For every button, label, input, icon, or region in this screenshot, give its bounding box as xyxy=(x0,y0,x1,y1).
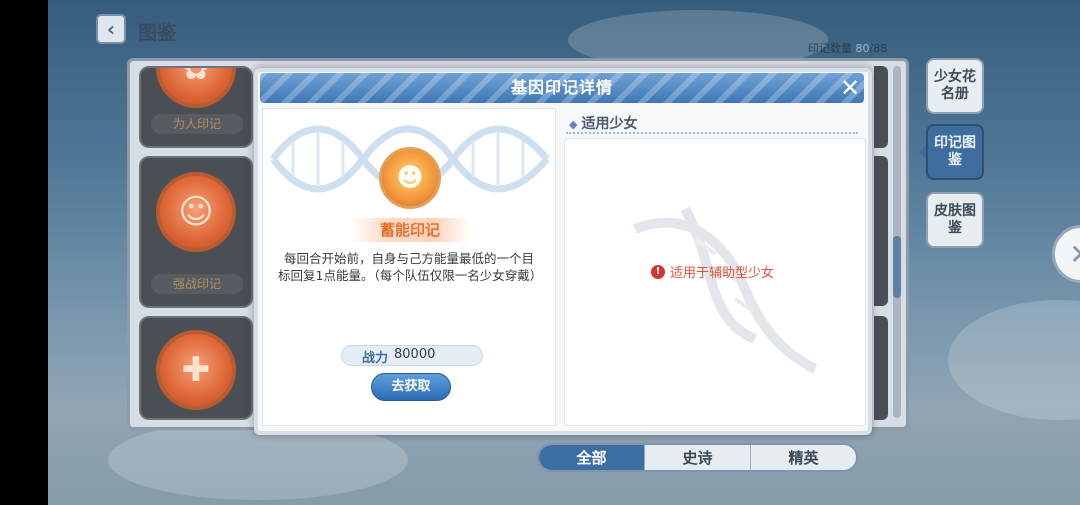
modal-close-button[interactable]: ✕ xyxy=(838,76,862,100)
mark-card[interactable]: ✿ 为人印记 xyxy=(139,66,253,148)
mark-card-label: 为人印记 xyxy=(151,114,243,134)
mark-card-edge xyxy=(874,156,888,306)
applicable-girls-pane xyxy=(564,138,866,426)
active-tab-pointer xyxy=(918,145,926,159)
mark-card-label: 强战印记 xyxy=(151,274,243,294)
mark-count-total: /88 xyxy=(869,42,888,55)
filter-tab-all[interactable]: 全部 xyxy=(539,445,644,470)
mark-card-edge xyxy=(874,316,888,420)
scrollbar-thumb[interactable] xyxy=(893,236,901,298)
get-button[interactable]: 去获取 xyxy=(371,373,451,401)
diamond-bullet-icon: ◆ xyxy=(569,118,578,131)
mark-medal: ✿ xyxy=(156,66,236,108)
close-icon: ✕ xyxy=(839,74,861,102)
energy-mark-icon: ☻ xyxy=(396,163,424,193)
filter-tab-elite[interactable]: 精英 xyxy=(750,445,856,470)
tab-mark-collection[interactable]: 印记图鉴 xyxy=(926,124,984,180)
mark-emblem-icon: ✚ xyxy=(181,350,211,390)
back-arrow-icon: ‹ xyxy=(106,17,116,41)
mark-medal: ✚ xyxy=(156,330,236,410)
rarity-filter: 全部 史诗 精英 xyxy=(537,443,858,472)
left-black-bar xyxy=(0,0,48,505)
dna-watermark-icon xyxy=(633,206,818,374)
mark-count: 印记数量 80/88 xyxy=(808,40,887,56)
mark-medal: ☺ xyxy=(156,172,236,252)
mark-emblem-icon: ✿ xyxy=(181,66,211,88)
tab-girl-roster-label: 少女花名册 xyxy=(934,69,976,102)
applicable-girls-heading: ◆ 适用少女 xyxy=(569,113,637,133)
filter-tab-epic[interactable]: 史诗 xyxy=(644,445,750,470)
modal-title: 基因印记详情 xyxy=(510,78,613,97)
applicable-warning: ! 适用于辅助型少女 xyxy=(651,262,774,281)
tab-girl-roster[interactable]: 少女花名册 xyxy=(926,58,984,114)
power-label: 战力 xyxy=(362,351,389,366)
power-value: 80000 xyxy=(394,347,436,362)
mark-card-edge xyxy=(874,66,888,148)
mark-count-current: 80 xyxy=(855,42,870,55)
mark-description: 每回合开始前，自身与己方能量最低的一个目标回复1点能量。（每个队伍仅限一名少女穿… xyxy=(278,251,543,283)
applicable-girls-heading-text: 适用少女 xyxy=(581,116,638,132)
mark-emblem-icon: ☺ xyxy=(178,192,214,232)
mark-card[interactable]: ☺ 强战印记 xyxy=(139,156,253,308)
mark-medal-large: ☻ xyxy=(379,147,441,209)
back-button[interactable]: ‹ xyxy=(96,14,126,44)
warning-icon: ! xyxy=(651,264,665,279)
heading-divider xyxy=(566,132,858,134)
close-icon: ✕ xyxy=(1069,238,1080,271)
tab-mark-collection-label: 印记图鉴 xyxy=(934,135,976,168)
mark-card[interactable]: ✚ xyxy=(139,316,253,420)
mark-name: 蓄能印记 xyxy=(350,218,470,242)
tab-skin-collection[interactable]: 皮肤图鉴 xyxy=(926,192,984,248)
warning-text: 适用于辅助型少女 xyxy=(670,266,775,281)
page-title: 图鉴 xyxy=(138,22,177,44)
tab-skin-collection-label: 皮肤图鉴 xyxy=(934,203,976,236)
mark-count-label: 印记数量 xyxy=(808,42,852,55)
